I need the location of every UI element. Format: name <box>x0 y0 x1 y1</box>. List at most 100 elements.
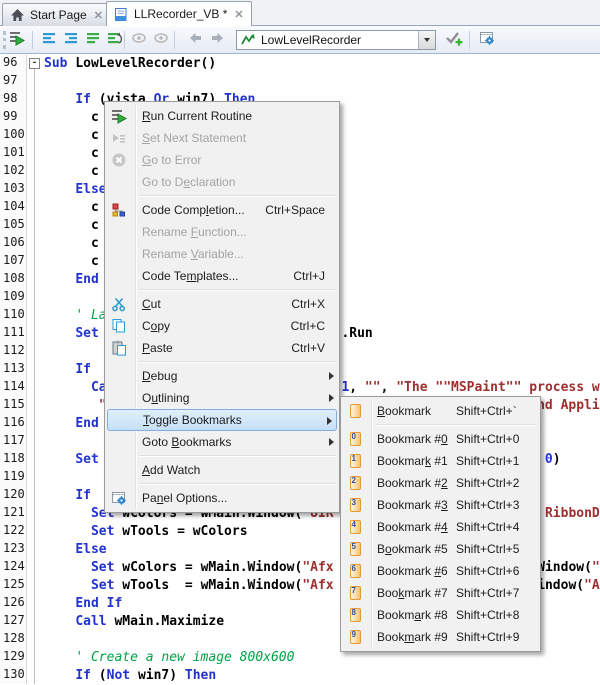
line-number: 113 <box>3 361 25 379</box>
indent-button[interactable] <box>60 29 82 51</box>
code-line[interactable]: Call wMain.Maximize <box>44 613 224 631</box>
line-number: 118 <box>3 451 25 469</box>
navigate-forward-button[interactable] <box>207 29 229 51</box>
menu-item-copy[interactable]: CopyCtrl+C <box>106 315 338 337</box>
menu-item-cut[interactable]: CutCtrl+X <box>106 293 338 315</box>
bookmark-icon: 3 <box>347 497 363 513</box>
code-line[interactable]: c <box>44 109 99 127</box>
code-line[interactable]: Sub LowLevelRecorder() <box>44 55 216 73</box>
menu-item-bookmark-1[interactable]: 1Bookmark #1Shift+Ctrl+1 <box>342 450 539 472</box>
code-line[interactable]: If (Not win7) Then <box>44 667 216 685</box>
code-line[interactable]: c <box>44 253 99 271</box>
disabled-action-2-button[interactable] <box>150 29 172 51</box>
line-number: 103 <box>3 181 25 199</box>
code-line[interactable]: If <box>44 487 91 505</box>
tab-llrecorder-vb[interactable]: LLRecorder_VB *✕ <box>106 1 252 26</box>
menu-item-label: Go to Error <box>142 153 201 167</box>
routine-selector-dropdown-button[interactable] <box>418 31 435 49</box>
menu-item-shortcut: Shift+Ctrl+1 <box>456 454 519 468</box>
menu-item-label: Bookmark #6 <box>377 564 456 578</box>
menu-item-bookmark-6[interactable]: 6Bookmark #6Shift+Ctrl+6 <box>342 560 539 582</box>
menu-item-outlining[interactable]: Outlining <box>106 387 338 409</box>
line-number: 105 <box>3 217 25 235</box>
menu-item-paste[interactable]: PasteCtrl+V <box>106 337 338 359</box>
menu-item-rename-function[interactable]: Rename Function... <box>106 221 338 243</box>
menu-item-bookmark-3[interactable]: 3Bookmark #3Shift+Ctrl+3 <box>342 494 539 516</box>
tab-start-page[interactable]: Start Page✕ <box>2 3 111 26</box>
copy-icon <box>111 318 127 334</box>
code-line[interactable]: c <box>44 163 99 181</box>
check-syntax-button[interactable] <box>443 29 465 51</box>
code-line[interactable]: c <box>44 145 99 163</box>
toolbar-separator <box>174 31 175 49</box>
menu-item-debug[interactable]: Debug <box>106 365 338 387</box>
menu-item-go-to-declaration[interactable]: Go to Declaration <box>106 171 338 193</box>
menu-item-panel-options[interactable]: Panel Options... <box>106 487 338 509</box>
menu-item-run-current-routine[interactable]: Run Current Routine <box>106 105 338 127</box>
menu-item-shortcut: Shift+Ctrl+8 <box>456 608 519 622</box>
navigate-back-button[interactable] <box>184 29 206 51</box>
editor-context-menu: Run Current Routine Set Next Statement Go … <box>104 101 340 513</box>
tab-bar: Start Page✕LLRecorder_VB *✕ <box>0 0 600 26</box>
menu-item-label: Run Current Routine <box>142 109 252 123</box>
go-to-error-icon <box>111 152 127 168</box>
chevron-down-icon <box>424 38 430 42</box>
menu-item-set-next-statement[interactable]: Set Next Statement <box>106 127 338 149</box>
menu-item-label: Cut <box>142 297 161 311</box>
code-line[interactable]: Else <box>44 541 107 559</box>
code-line[interactable]: ' Create a new image 800x600 <box>44 649 294 667</box>
menu-separator <box>139 289 336 291</box>
menu-item-bookmark[interactable]: BookmarkShift+Ctrl+` <box>342 400 539 422</box>
code-line[interactable]: c <box>44 217 99 235</box>
uncomment-icon <box>106 30 122 51</box>
line-number: 111 <box>3 325 25 343</box>
outdent-button[interactable] <box>38 29 60 51</box>
bookmark-icon: 5 <box>347 541 363 557</box>
menu-separator <box>139 195 336 197</box>
check-plus-icon <box>445 30 463 51</box>
menu-item-bookmark-7[interactable]: 7Bookmark #7Shift+Ctrl+7 <box>342 582 539 604</box>
menu-item-shortcut: Shift+Ctrl+6 <box>456 564 519 578</box>
code-line[interactable]: c <box>44 127 99 145</box>
menu-item-bookmark-9[interactable]: 9Bookmark #9Shift+Ctrl+9 <box>342 626 539 648</box>
menu-item-bookmark-8[interactable]: 8Bookmark #8Shift+Ctrl+8 <box>342 604 539 626</box>
menu-item-go-to-error[interactable]: Go to Error <box>106 149 338 171</box>
code-line[interactable]: c <box>44 199 99 217</box>
menu-separator <box>139 455 336 457</box>
menu-item-bookmark-4[interactable]: 4Bookmark #4Shift+Ctrl+4 <box>342 516 539 538</box>
menu-separator <box>139 361 336 363</box>
back-icon <box>187 30 203 51</box>
menu-item-label: Set Next Statement <box>142 131 246 145</box>
menu-item-goto-bookmarks[interactable]: Goto Bookmarks <box>106 431 338 453</box>
panel-options-button[interactable] <box>476 29 498 51</box>
submenu-arrow-icon <box>329 394 334 402</box>
code-line[interactable]: Else <box>44 181 107 199</box>
code-line[interactable]: If <box>44 361 91 379</box>
menu-item-toggle-bookmarks[interactable]: Toggle Bookmarks <box>107 409 337 431</box>
comment-block-button[interactable] <box>82 29 104 51</box>
code-line[interactable]: Set wTools = wColors <box>44 523 248 541</box>
fold-collapse-box[interactable]: - <box>29 58 40 69</box>
bookmark-icon: 0 <box>347 431 363 447</box>
menu-item-add-watch[interactable]: Add Watch <box>106 459 338 481</box>
menu-item-bookmark-0[interactable]: 0Bookmark #0Shift+Ctrl+0 <box>342 428 539 450</box>
run-current-routine-button[interactable] <box>6 29 28 51</box>
disabled-action-1-button[interactable] <box>128 29 150 51</box>
code-line[interactable]: End If <box>44 595 122 613</box>
menu-item-bookmark-5[interactable]: 5Bookmark #5Shift+Ctrl+5 <box>342 538 539 560</box>
routine-selector[interactable]: LowLevelRecorder <box>236 30 436 50</box>
menu-item-bookmark-2[interactable]: 2Bookmark #2Shift+Ctrl+2 <box>342 472 539 494</box>
close-icon[interactable]: ✕ <box>94 9 103 22</box>
menu-item-rename-variable[interactable]: Rename Variable... <box>106 243 338 265</box>
menu-item-code-completion[interactable]: Code Completion...Ctrl+Space <box>106 199 338 221</box>
menu-item-label: Bookmark #0 <box>377 432 456 446</box>
line-number: 96 <box>3 55 17 73</box>
menu-item-code-templates[interactable]: Code Templates...Ctrl+J <box>106 265 338 287</box>
bookmark-icon: 2 <box>347 475 363 491</box>
panel-options-icon <box>111 490 127 506</box>
home-icon <box>10 8 25 22</box>
close-icon[interactable]: ✕ <box>234 8 243 21</box>
code-line[interactable]: c <box>44 235 99 253</box>
line-number: 107 <box>3 253 25 271</box>
uncomment-block-button[interactable] <box>103 29 125 51</box>
